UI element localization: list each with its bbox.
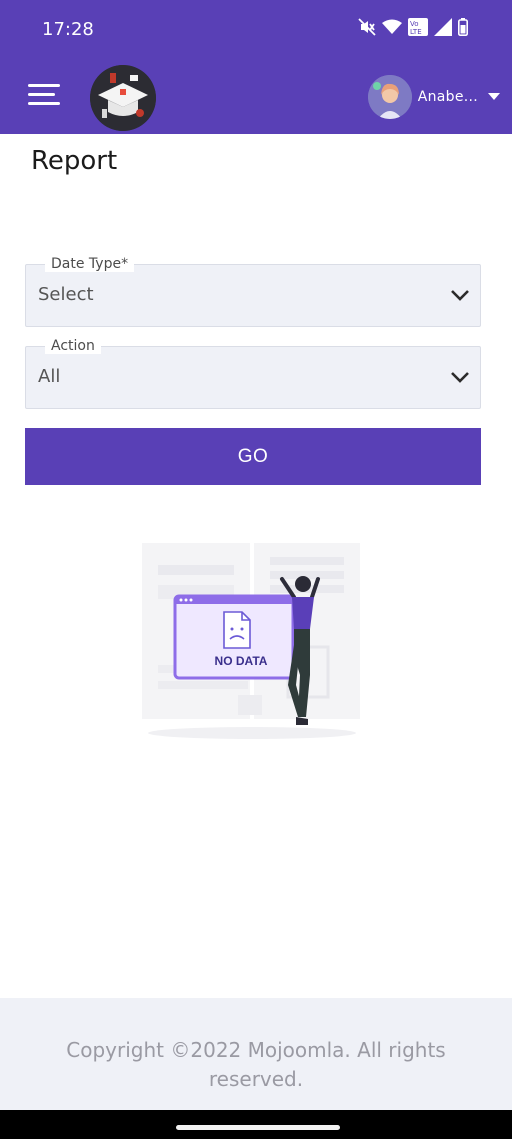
volte-icon: Vo LTE xyxy=(408,18,428,36)
battery-icon xyxy=(458,18,468,36)
chevron-down-icon xyxy=(451,372,469,383)
no-data-text: NO DATA xyxy=(215,654,268,668)
chevron-down-icon xyxy=(451,290,469,301)
date-type-value: Select xyxy=(38,284,94,305)
menu-icon xyxy=(28,84,60,87)
copyright-text: Copyright ©2022 Mojoomla. All rights res… xyxy=(66,1038,446,1091)
svg-text:Vo: Vo xyxy=(410,20,419,28)
signal-icon xyxy=(434,18,452,36)
wifi-icon xyxy=(382,19,402,34)
mute-icon xyxy=(358,18,376,36)
footer: Copyright ©2022 Mojoomla. All rights res… xyxy=(0,998,512,1110)
menu-button[interactable] xyxy=(28,84,60,108)
date-type-label: Date Type* xyxy=(45,256,135,272)
action-value: All xyxy=(38,366,61,387)
status-icons: Vo LTE xyxy=(358,18,468,36)
action-select[interactable]: Action All xyxy=(25,338,481,409)
page-title: Report xyxy=(31,146,118,176)
go-button[interactable]: GO xyxy=(25,428,481,485)
chevron-down-icon xyxy=(488,93,500,100)
svg-text:LTE: LTE xyxy=(410,28,422,36)
status-time: 17:28 xyxy=(42,19,94,40)
system-nav-bar xyxy=(0,1110,512,1139)
school-logo xyxy=(90,65,156,131)
user-menu[interactable]: Anabe... xyxy=(367,75,500,119)
user-name: Anabe... xyxy=(417,89,478,105)
avatar xyxy=(367,75,412,119)
action-label: Action xyxy=(45,338,101,354)
home-gesture-handle[interactable] xyxy=(176,1125,340,1130)
app-header: 17:28 Vo LTE Anabe... xyxy=(0,0,512,134)
no-data-illustration: NO DATA xyxy=(142,543,360,739)
date-type-select[interactable]: Date Type* Select xyxy=(25,256,481,327)
